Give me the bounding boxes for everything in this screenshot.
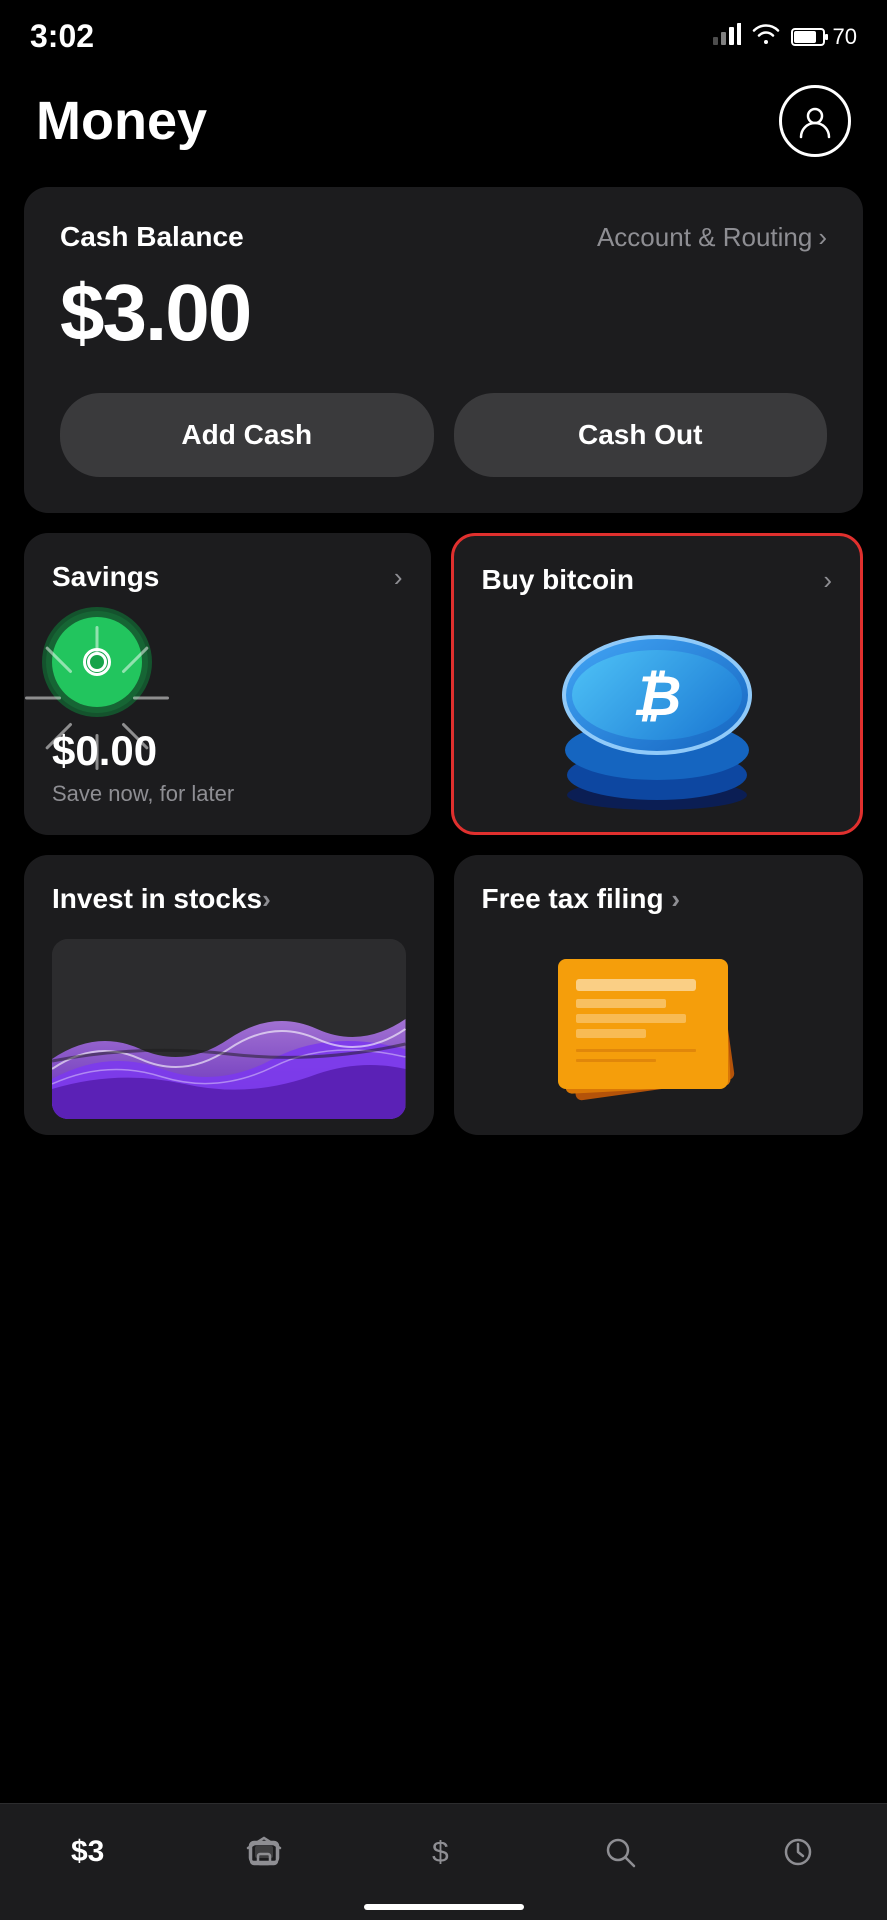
tax-title: Free tax filing › — [482, 883, 681, 915]
card-header: Cash Balance Account & Routing › — [60, 221, 827, 253]
home-icon — [246, 1834, 282, 1870]
stocks-visual — [52, 939, 406, 1119]
stocks-header: Invest in stocks› — [52, 883, 406, 915]
history-icon — [780, 1834, 816, 1870]
tax-visual — [482, 939, 836, 1119]
balance-amount: $3.00 — [60, 267, 827, 359]
nav-balance-text: $3 — [71, 1835, 104, 1869]
savings-subtitle: Save now, for later — [52, 781, 403, 835]
page-title: Money — [36, 90, 207, 152]
status-bar: 3:02 70 — [0, 0, 887, 65]
bitcoin-title: Buy bitcoin — [482, 564, 634, 596]
account-routing-link[interactable]: Account & Routing › — [597, 222, 827, 253]
app-header: Money — [0, 65, 887, 187]
savings-amount: $0.00 — [52, 727, 403, 775]
dollar-icon: $ — [424, 1834, 460, 1870]
card-actions: Add Cash Cash Out — [60, 393, 827, 477]
nav-balance[interactable]: $3 — [51, 1825, 124, 1879]
tax-header: Free tax filing › — [482, 883, 836, 915]
bitcoin-visual: ₿ — [482, 620, 833, 810]
main-content: Cash Balance Account & Routing › $3.00 A… — [0, 187, 887, 1135]
account-routing-text: Account & Routing — [597, 222, 812, 253]
nav-dollar[interactable]: $ — [404, 1824, 480, 1880]
nav-home[interactable] — [226, 1824, 302, 1880]
savings-card[interactable]: Savings › $0.00 Save now, for later — [24, 533, 431, 835]
cash-out-button[interactable]: Cash Out — [454, 393, 828, 477]
nav-history[interactable] — [760, 1824, 836, 1880]
chevron-right-icon: › — [818, 222, 827, 253]
stocks-title: Invest in stocks› — [52, 883, 271, 915]
savings-title: Savings — [52, 561, 159, 593]
bitcoin-chevron-icon: › — [823, 565, 832, 596]
tax-card[interactable]: Free tax filing › — [454, 855, 864, 1135]
bottom-nav: $3 $ — [0, 1803, 887, 1920]
battery-icon: 70 — [791, 24, 857, 50]
nav-search[interactable] — [582, 1824, 658, 1880]
profile-button[interactable] — [779, 85, 851, 157]
signal-icon — [713, 23, 741, 51]
savings-header: Savings › — [52, 561, 403, 593]
stocks-card[interactable]: Invest in stocks› — [24, 855, 434, 1135]
cash-balance-label: Cash Balance — [60, 221, 244, 253]
search-icon — [602, 1834, 638, 1870]
bitcoin-card[interactable]: Buy bitcoin › ₿ — [451, 533, 864, 835]
grid-row-1: Savings › $0.00 Save now, for later Buy … — [24, 533, 863, 835]
bitcoin-header: Buy bitcoin › — [482, 564, 833, 596]
grid-row-2: Invest in stocks› — [24, 855, 863, 1135]
cash-balance-card: Cash Balance Account & Routing › $3.00 A… — [24, 187, 863, 513]
wifi-icon — [751, 23, 781, 51]
home-indicator — [364, 1904, 524, 1910]
svg-text:$: $ — [432, 1836, 449, 1869]
savings-chevron-icon: › — [394, 562, 403, 593]
person-icon — [795, 101, 835, 141]
status-icons: 70 — [713, 23, 857, 51]
savings-wheel-icon — [52, 617, 142, 707]
add-cash-button[interactable]: Add Cash — [60, 393, 434, 477]
status-time: 3:02 — [30, 18, 94, 55]
